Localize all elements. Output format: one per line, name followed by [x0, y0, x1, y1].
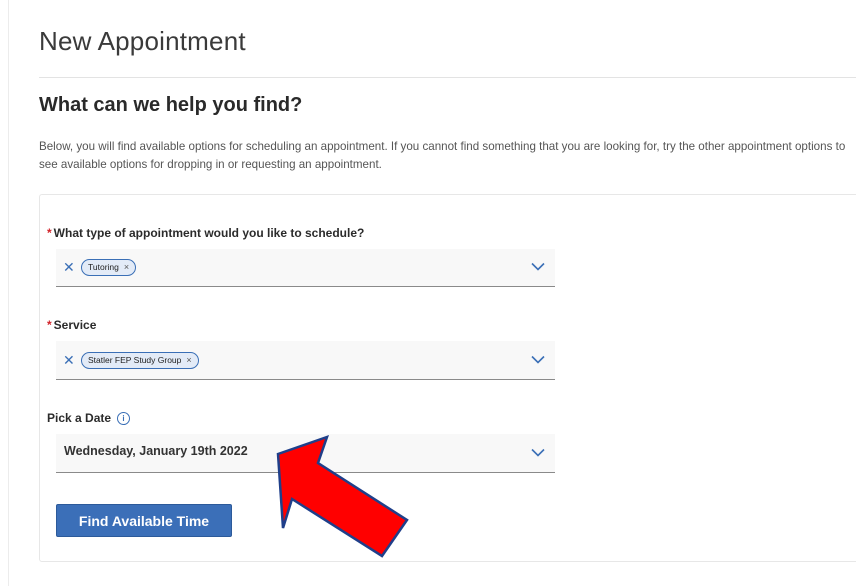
appointment-type-select[interactable]: ✕ Tutoring ×: [56, 249, 555, 287]
service-chip: Statler FEP Study Group ×: [81, 352, 199, 369]
chevron-down-icon[interactable]: [531, 262, 545, 271]
required-marker: *: [47, 318, 52, 332]
service-label: * Service: [47, 318, 96, 332]
info-icon[interactable]: i: [117, 412, 131, 425]
service-select[interactable]: ✕ Statler FEP Study Group ×: [56, 341, 555, 380]
section-heading: What can we help you find?: [39, 94, 303, 116]
page-left-border: [8, 0, 9, 586]
chevron-down-icon[interactable]: [531, 448, 545, 457]
appointment-type-label: * What type of appointment would you like…: [47, 226, 364, 240]
close-icon[interactable]: ✕: [63, 351, 75, 369]
intro-text: Below, you will find available options f…: [39, 140, 846, 171]
appointment-type-chip: Tutoring ×: [81, 259, 137, 276]
required-marker: *: [47, 226, 52, 240]
title-divider: [39, 77, 856, 78]
find-available-time-button[interactable]: Find Available Time: [56, 504, 232, 537]
appointment-type-chip-label: Tutoring: [88, 262, 119, 272]
chevron-down-icon[interactable]: [531, 355, 545, 364]
service-chip-label: Statler FEP Study Group: [88, 355, 182, 365]
chip-remove-icon[interactable]: ×: [186, 355, 191, 365]
date-value: Wednesday, January 19th 2022: [64, 444, 248, 458]
service-label-text: Service: [53, 318, 97, 332]
date-label-text: Pick a Date: [47, 411, 112, 425]
close-icon[interactable]: ✕: [63, 258, 75, 276]
date-picker[interactable]: Wednesday, January 19th 2022: [56, 434, 555, 473]
appointment-type-label-text: What type of appointment would you like …: [53, 226, 365, 240]
page-title: New Appointment: [39, 26, 246, 56]
date-label: Pick a Date i: [47, 411, 131, 425]
chip-remove-icon[interactable]: ×: [124, 262, 129, 272]
